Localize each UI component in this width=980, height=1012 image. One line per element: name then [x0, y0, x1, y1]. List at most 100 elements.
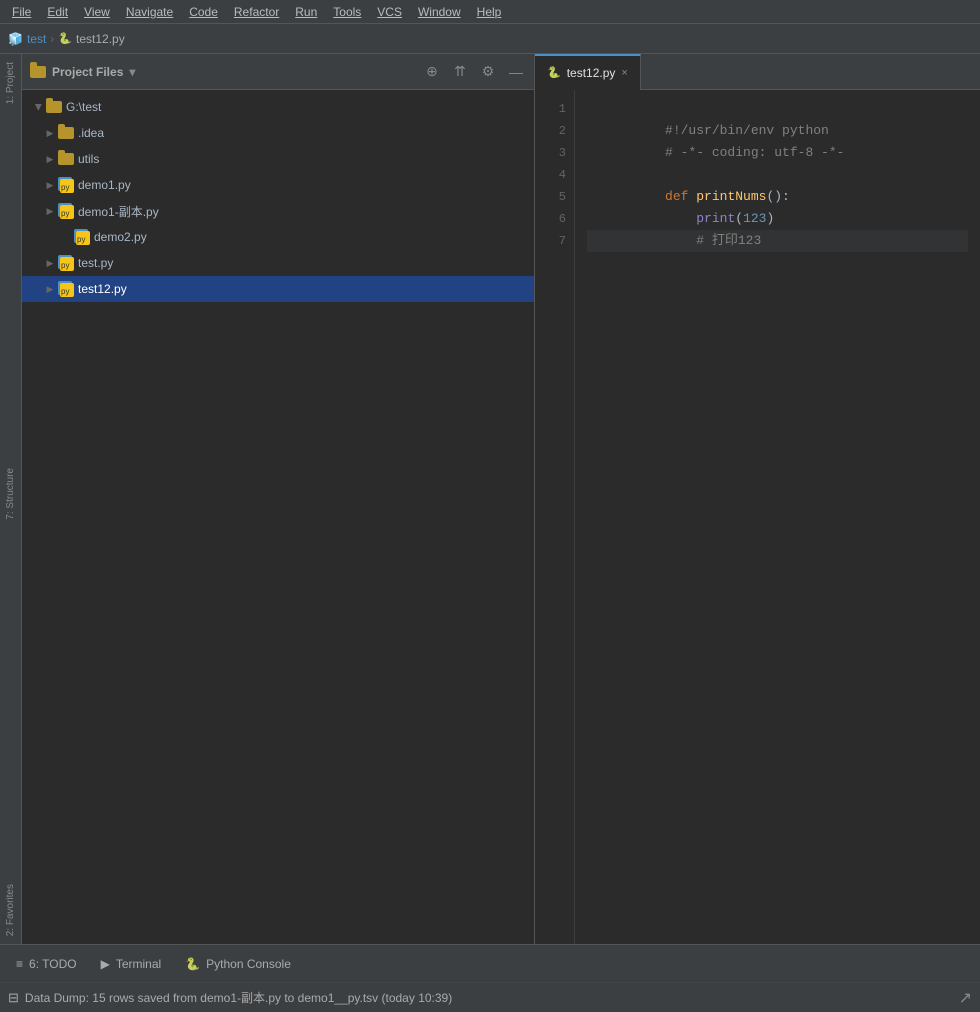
parens-open: (): — [766, 189, 789, 204]
number-123: 123 — [743, 211, 766, 226]
collapse-icon[interactable]: ⇈ — [450, 62, 470, 82]
function-name: printNums — [696, 189, 766, 204]
idea-folder-icon — [58, 127, 74, 139]
main-layout: 1: Project 7: Structure 2: Favorites Pro… — [0, 54, 980, 944]
tree-item-idea[interactable]: .idea — [22, 120, 534, 146]
file-tree-title-area: Project Files ▾ — [30, 65, 422, 79]
svg-text:py: py — [61, 209, 69, 218]
test12-file-icon: py — [58, 281, 74, 297]
menu-file[interactable]: File — [4, 3, 39, 21]
terminal-label: Terminal — [116, 957, 161, 971]
code-area[interactable]: 1 2 3 4 5 6 7 #!/usr/bin/env python # -*… — [535, 90, 980, 944]
menu-navigate[interactable]: Navigate — [118, 3, 181, 21]
def-keyword: def — [665, 189, 696, 204]
file-tree-panel: Project Files ▾ ⊕ ⇈ ⚙ — G:\test .i — [22, 54, 535, 944]
terminal-icon: ▶ — [101, 957, 110, 971]
bottom-tabs: ≡ 6: TODO ▶ Terminal 🐍 Python Console — [0, 944, 980, 982]
tree-header-icons: ⊕ ⇈ ⚙ — — [422, 62, 526, 82]
file-tree-dropdown-icon[interactable]: ▾ — [129, 65, 135, 79]
menu-view[interactable]: View — [76, 3, 118, 21]
cursor-icon: ↗ — [959, 988, 972, 1008]
tree-item-demo1[interactable]: py demo1.py — [22, 172, 534, 198]
menu-bar: File Edit View Navigate Code Refactor Ru… — [0, 0, 980, 24]
breadcrumb-separator: › — [50, 32, 54, 46]
demo1-label: demo1.py — [78, 178, 131, 192]
sidebar-label-favorites[interactable]: 2: Favorites — [3, 876, 18, 944]
menu-run[interactable]: Run — [287, 3, 325, 21]
left-sidebar-strip: 1: Project 7: Structure 2: Favorites — [0, 54, 22, 944]
utils-folder-label: utils — [78, 152, 99, 166]
tree-item-test12[interactable]: py test12.py — [22, 276, 534, 302]
menu-tools[interactable]: Tools — [325, 3, 369, 21]
tree-arrow-root — [30, 99, 46, 115]
tree-arrow-test12 — [42, 281, 58, 297]
tab-todo[interactable]: ≡ 6: TODO — [4, 945, 89, 983]
indent-5 — [665, 211, 696, 226]
idea-folder-label: .idea — [78, 126, 104, 140]
tree-item-test[interactable]: py test.py — [22, 250, 534, 276]
line-num-6: 6 — [535, 208, 574, 230]
menu-code[interactable]: Code — [181, 3, 226, 21]
tree-arrow-demo1-copy — [42, 203, 58, 219]
tab-terminal[interactable]: ▶ Terminal — [89, 945, 174, 983]
status-text: Data Dump: 15 rows saved from demo1-副本.p… — [25, 989, 452, 1006]
menu-help[interactable]: Help — [469, 3, 510, 21]
tree-item-utils[interactable]: utils — [22, 146, 534, 172]
test-label: test.py — [78, 256, 113, 270]
tree-item-demo1-copy[interactable]: py demo1-副本.py — [22, 198, 534, 224]
demo1-file-icon: py — [58, 177, 74, 193]
test12-label: test12.py — [78, 282, 127, 296]
svg-text:py: py — [61, 261, 69, 270]
tree-item-demo2[interactable]: py demo2.py — [22, 224, 534, 250]
test-file-icon: py — [58, 255, 74, 271]
root-folder-icon — [46, 101, 62, 113]
tab-python-console[interactable]: 🐍 Python Console — [173, 945, 303, 983]
line-num-5: 5 — [535, 186, 574, 208]
code-line-1: #!/usr/bin/env python — [587, 98, 968, 120]
line-num-3: 3 — [535, 142, 574, 164]
file-tree-header: Project Files ▾ ⊕ ⇈ ⚙ — — [22, 54, 534, 90]
menu-vcs[interactable]: VCS — [369, 3, 410, 21]
python-console-icon: 🐍 — [185, 957, 200, 971]
code-content[interactable]: #!/usr/bin/env python # -*- coding: utf-… — [575, 90, 980, 944]
add-icon[interactable]: ⊕ — [422, 62, 442, 82]
demo1-copy-label: demo1-副本.py — [78, 203, 159, 220]
indent-6 — [665, 233, 696, 248]
sidebar-label-structure[interactable]: 7: Structure — [3, 460, 18, 528]
coding-comment: # -*- coding: utf-8 -*- — [665, 145, 844, 160]
editor-tabs: 🐍 test12.py × — [535, 54, 980, 90]
sidebar-label-project[interactable]: 1: Project — [3, 54, 18, 112]
tab-close-button[interactable]: × — [621, 67, 627, 79]
menu-edit[interactable]: Edit — [39, 3, 76, 21]
tree-arrow-demo1 — [42, 177, 58, 193]
tree-arrow-utils — [42, 151, 58, 167]
svg-text:py: py — [61, 287, 69, 296]
print-paren: ( — [735, 211, 743, 226]
line-num-2: 2 — [535, 120, 574, 142]
menu-window[interactable]: Window — [410, 3, 469, 21]
python-console-label: Python Console — [206, 957, 291, 971]
tab-label: test12.py — [567, 66, 616, 80]
todo-icon: ≡ — [16, 957, 23, 971]
close-icon[interactable]: — — [506, 62, 526, 82]
todo-label: 6: TODO — [29, 957, 77, 971]
line-num-7: 7 — [535, 230, 574, 252]
breadcrumb-project[interactable]: test — [27, 32, 46, 46]
tree-arrow-idea — [42, 125, 58, 141]
settings-icon[interactable]: ⚙ — [478, 62, 498, 82]
tab-test12[interactable]: 🐍 test12.py × — [535, 54, 641, 90]
line-num-1: 1 — [535, 98, 574, 120]
line-numbers: 1 2 3 4 5 6 7 — [535, 90, 575, 944]
line-num-4: 4 — [535, 164, 574, 186]
svg-text:py: py — [77, 235, 85, 244]
file-tree-title: Project Files — [52, 65, 123, 79]
editor-panel: 🐍 test12.py × 1 2 3 4 5 6 7 #!/usr/bin/e… — [535, 54, 980, 944]
menu-refactor[interactable]: Refactor — [226, 3, 287, 21]
svg-text:py: py — [61, 183, 69, 192]
breadcrumb-file[interactable]: test12.py — [76, 32, 125, 46]
tree-item-root[interactable]: G:\test — [22, 94, 534, 120]
demo1-copy-file-icon: py — [58, 203, 74, 219]
root-folder-label: G:\test — [66, 100, 101, 114]
status-icon: ⊟ — [8, 990, 19, 1006]
utils-folder-icon — [58, 153, 74, 165]
